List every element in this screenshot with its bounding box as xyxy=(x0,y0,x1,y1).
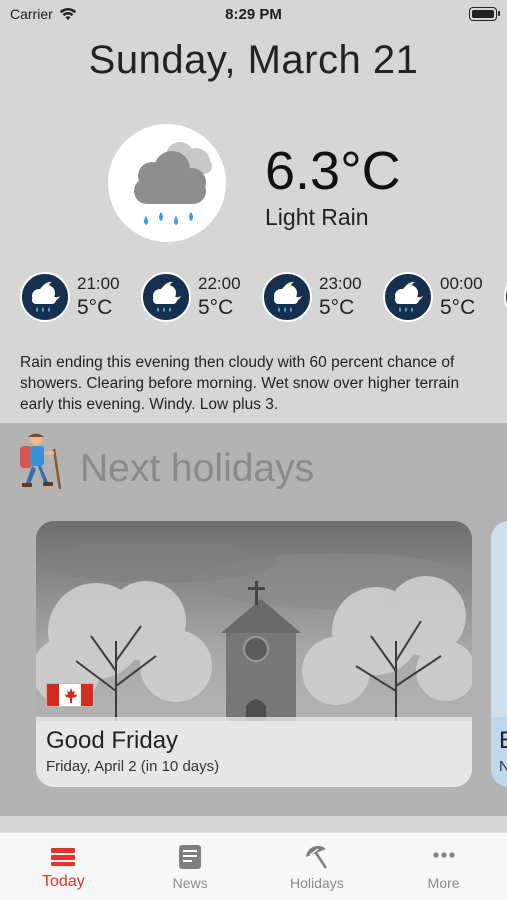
hiker-icon xyxy=(20,433,62,490)
tab-label: News xyxy=(172,875,208,891)
holiday-date: Friday, April 2 (in 10 days) xyxy=(46,758,220,775)
beach-umbrella-icon xyxy=(305,845,327,869)
tab-label: More xyxy=(427,875,460,891)
holiday-card[interactable]: Good Friday Friday, April 2 (in 10 days) xyxy=(36,521,472,787)
tab-bar: Today News Holidays More xyxy=(0,832,507,900)
hourly-time: 00:00 xyxy=(440,274,483,293)
battery-icon xyxy=(469,7,500,21)
current-temperature: 6.3°C xyxy=(265,141,401,201)
forecast-description: Rain ending this evening then cloudy wit… xyxy=(20,354,460,413)
hourly-forecast[interactable]: 21:00 5°C 22:00 5°C 23:00 5°C 00:00 5°C xyxy=(20,270,507,326)
date-title: Sunday, March 21 xyxy=(88,38,419,82)
night-rain-icon xyxy=(262,272,312,322)
tab-label: Today xyxy=(42,873,85,890)
more-dots-icon xyxy=(433,852,455,858)
current-condition: Light Rain xyxy=(265,204,369,230)
hourly-temp: 5°C xyxy=(198,296,234,319)
holiday-card-caption: Good Friday Friday, April 2 (in 10 days) xyxy=(36,717,472,787)
status-bar: Carrier 8:29 PM xyxy=(0,0,507,28)
hourly-temp: 5°C xyxy=(440,296,476,319)
hourly-time: 22:00 xyxy=(198,274,241,293)
hourly-temp: 5°C xyxy=(77,296,113,319)
holiday-name: E xyxy=(499,727,507,755)
hourly-time: 23:00 xyxy=(319,274,362,293)
night-rain-icon xyxy=(20,272,70,322)
holiday-date: N xyxy=(499,758,507,775)
tab-label: Holidays xyxy=(290,875,344,891)
hourly-item: 22:00 5°C xyxy=(141,270,262,326)
canada-flag-icon xyxy=(46,683,94,707)
tab-today[interactable]: Today xyxy=(0,833,127,900)
night-rain-icon xyxy=(141,272,191,322)
holidays-section: Next holidays Good Friday Friday, April … xyxy=(0,423,507,816)
rain-cloud-icon xyxy=(108,124,226,242)
tab-more[interactable]: More xyxy=(380,833,507,900)
news-icon xyxy=(179,845,202,869)
status-time: 8:29 PM xyxy=(225,6,282,23)
calendar-icon xyxy=(51,848,76,866)
holiday-name: Good Friday xyxy=(46,727,179,754)
hourly-item: 21:00 5°C xyxy=(20,270,141,326)
tab-holidays[interactable]: Holidays xyxy=(254,833,381,900)
hourly-time: 21:00 xyxy=(77,274,120,293)
hourly-item: 23:00 5°C xyxy=(262,270,383,326)
holiday-card-caption: E N xyxy=(491,717,507,787)
holiday-card-next[interactable]: E N xyxy=(491,521,507,787)
tab-news[interactable]: News xyxy=(127,833,254,900)
hourly-temp: 5°C xyxy=(319,296,355,319)
night-rain-icon xyxy=(383,272,433,322)
holidays-title: Next holidays xyxy=(80,447,315,490)
hourly-item: 00:00 5°C xyxy=(383,270,504,326)
